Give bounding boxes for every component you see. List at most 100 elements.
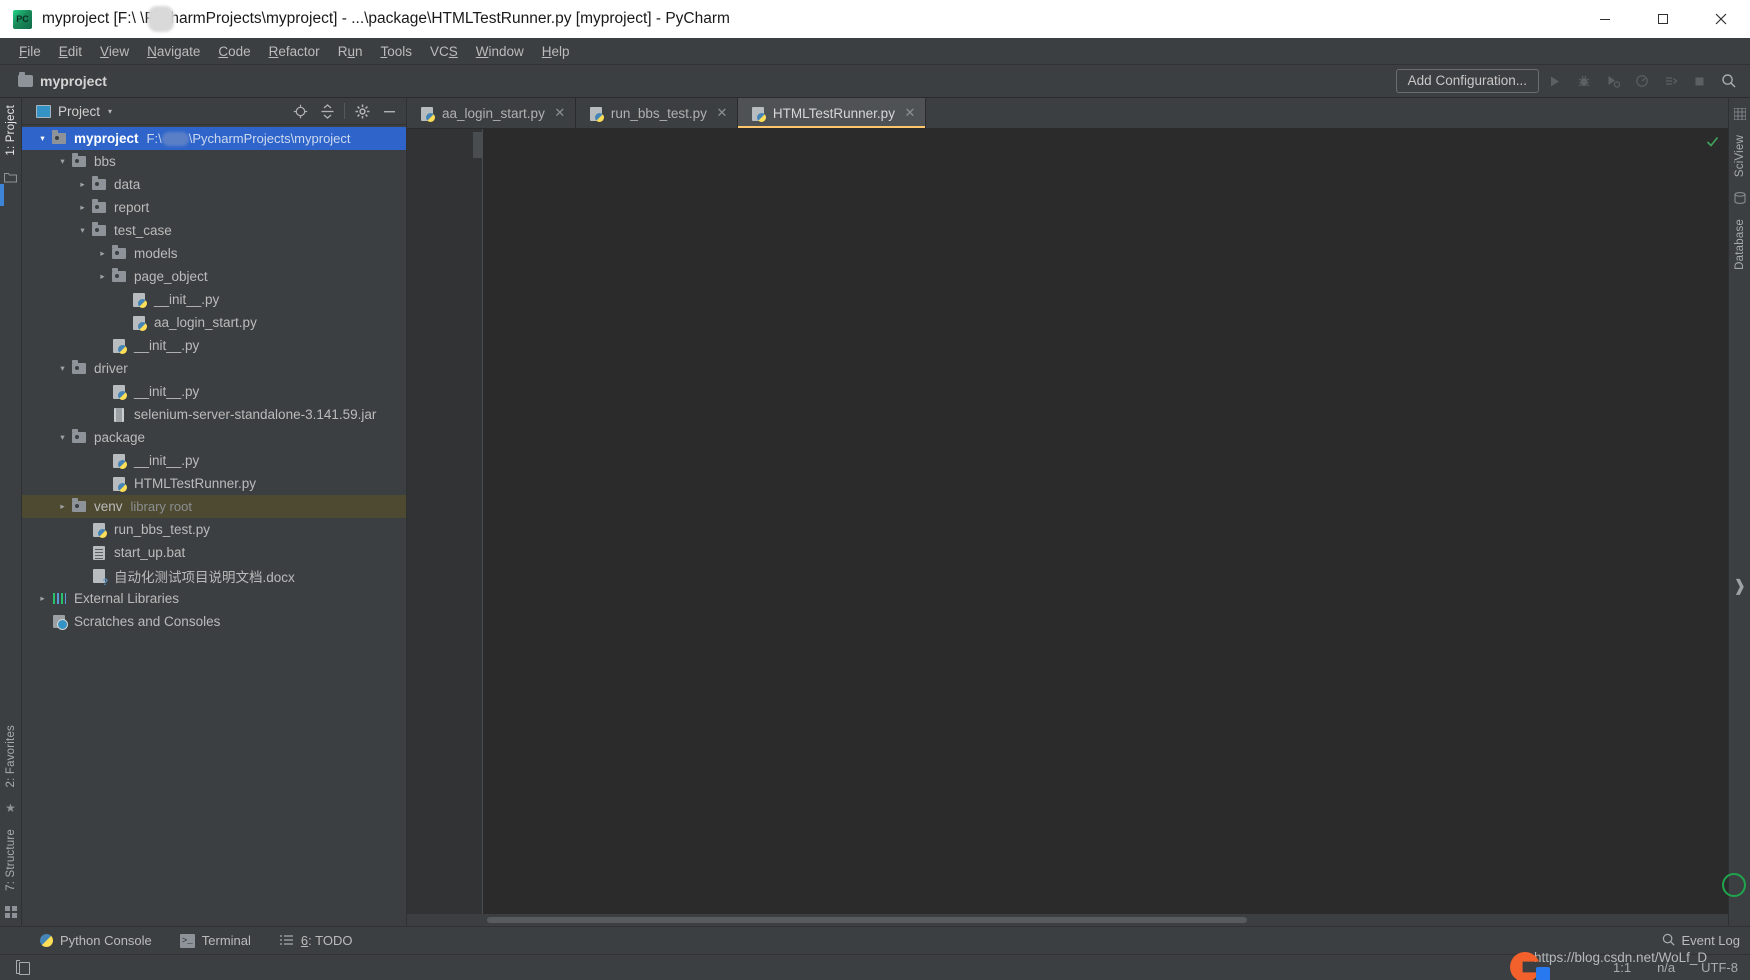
menu-tools[interactable]: Tools: [371, 41, 421, 62]
menu-run[interactable]: Run: [329, 41, 372, 62]
hide-panel-icon[interactable]: [376, 99, 402, 124]
tree-row-hint: library root: [130, 499, 192, 514]
event-log-button[interactable]: Event Log: [1662, 933, 1740, 949]
tree-row[interactable]: 自动化测试项目说明文档.docx: [22, 564, 406, 587]
chevron-right-icon[interactable]: ▸: [36, 593, 49, 604]
run-icon[interactable]: [1541, 69, 1568, 94]
sidebar-tab-sciview[interactable]: SciView: [1734, 128, 1746, 184]
sidebar-tab-project-label: 1: Project: [4, 105, 17, 156]
debug-icon[interactable]: [1570, 69, 1597, 94]
tree-row[interactable]: ▸ report: [22, 196, 406, 219]
folder-icon[interactable]: [3, 169, 19, 185]
tree-row[interactable]: ▸ page_object: [22, 265, 406, 288]
attach-icon[interactable]: [1657, 69, 1684, 94]
sidebar-tab-favorites[interactable]: 2: Favorites: [5, 718, 17, 794]
stop-icon[interactable]: [1686, 69, 1713, 94]
maximize-button[interactable]: [1634, 0, 1692, 38]
menu-file[interactable]: File: [10, 41, 50, 62]
external-libraries-icon: [51, 591, 68, 606]
toggle-sidebar-icon[interactable]: [16, 960, 32, 975]
grid-icon[interactable]: [3, 904, 19, 920]
sidebar-tab-database[interactable]: Database: [1734, 212, 1746, 277]
tree-row[interactable]: __init__.py: [22, 334, 406, 357]
chevron-right-icon[interactable]: ▸: [76, 202, 89, 213]
close-button[interactable]: [1692, 0, 1750, 38]
locate-icon[interactable]: [287, 99, 313, 124]
project-view-name[interactable]: Project: [58, 104, 100, 119]
profile-icon[interactable]: [1628, 69, 1655, 94]
tree-row[interactable]: start_up.bat: [22, 541, 406, 564]
tree-row[interactable]: ▾ test_case: [22, 219, 406, 242]
editor-tab[interactable]: aa_login_start.py ✕: [407, 98, 576, 128]
tree-row[interactable]: ▸ models: [22, 242, 406, 265]
bottom-tool-python-console[interactable]: Python Console: [40, 933, 152, 948]
menu-vcs[interactable]: VCS: [421, 41, 467, 62]
project-tree[interactable]: ▾ myproject F:\ \PycharmProjects\myproject ▾…: [22, 125, 406, 926]
editor-horizontal-scrollbar[interactable]: [407, 914, 1728, 926]
editor-tab[interactable]: HTMLTestRunner.py ✕: [737, 98, 926, 128]
tree-row-label: package: [94, 430, 146, 445]
bottom-tool-todo[interactable]: 6: TODO: [279, 933, 352, 948]
tree-row[interactable]: selenium-server-standalone-3.141.59.jar: [22, 403, 406, 426]
chevron-down-icon[interactable]: ▾: [36, 133, 49, 144]
star-icon[interactable]: ★: [3, 800, 19, 816]
editor-tab[interactable]: run_bbs_test.py ✕: [576, 98, 738, 128]
tree-row-label: test_case: [114, 223, 172, 238]
tree-row[interactable]: ▾ package: [22, 426, 406, 449]
menu-refactor[interactable]: Refactor: [260, 41, 329, 62]
tree-row[interactable]: __init__.py: [22, 380, 406, 403]
code-canvas[interactable]: [483, 129, 1728, 914]
folder-icon: [51, 130, 68, 146]
menu-code[interactable]: Code: [209, 41, 259, 62]
caret-position[interactable]: 1:1: [1613, 960, 1631, 975]
chevron-right-icon[interactable]: ▸: [76, 179, 89, 190]
tree-row[interactable]: ▾ bbs: [22, 150, 406, 173]
tree-row[interactable]: ▸ data: [22, 173, 406, 196]
chevron-right-icon[interactable]: ▸: [96, 271, 109, 282]
bottom-tool-terminal[interactable]: >_ Terminal: [179, 933, 251, 948]
line-separator[interactable]: n/a: [1657, 960, 1675, 975]
menu-navigate[interactable]: Navigate: [138, 41, 209, 62]
menu-view[interactable]: View: [91, 41, 138, 62]
active-tool-indicator: [0, 184, 4, 206]
run-with-coverage-icon[interactable]: [1599, 69, 1626, 94]
menu-edit[interactable]: Edit: [50, 41, 91, 62]
python-file-icon: [131, 292, 148, 308]
collapse-all-icon[interactable]: [314, 99, 340, 124]
tree-row[interactable]: ▾ driver: [22, 357, 406, 380]
close-icon[interactable]: ✕: [904, 105, 916, 121]
settings-gear-icon[interactable]: [349, 99, 375, 124]
tree-row[interactable]: __init__.py: [22, 288, 406, 311]
search-everywhere-icon[interactable]: [1715, 69, 1742, 94]
toolbar-actions: Add Configuration...: [1395, 69, 1750, 94]
sidebar-tab-structure[interactable]: 7: Structure: [5, 822, 17, 898]
scrollbar-thumb[interactable]: [487, 917, 1247, 923]
encoding[interactable]: UTF-8: [1701, 960, 1738, 975]
tree-row[interactable]: __init__.py: [22, 449, 406, 472]
close-icon[interactable]: ✕: [554, 105, 566, 121]
close-icon[interactable]: ✕: [716, 105, 728, 121]
chevron-down-icon[interactable]: ▾: [56, 432, 69, 443]
grid-icon[interactable]: [1732, 106, 1748, 122]
tree-row[interactable]: Scratches and Consoles: [22, 610, 406, 633]
chevron-down-icon[interactable]: ▾: [108, 107, 112, 116]
chevron-down-icon[interactable]: ▾: [56, 363, 69, 374]
minimize-button[interactable]: [1576, 0, 1634, 38]
ok-check-icon[interactable]: [1706, 135, 1719, 151]
tree-row[interactable]: run_bbs_test.py: [22, 518, 406, 541]
menu-help[interactable]: Help: [533, 41, 579, 62]
chevron-down-icon[interactable]: ▾: [56, 156, 69, 167]
tree-row[interactable]: HTMLTestRunner.py: [22, 472, 406, 495]
tree-row[interactable]: ▸ venv library root: [22, 495, 406, 518]
expand-arrow-icon[interactable]: ❱: [1733, 576, 1746, 596]
chevron-down-icon[interactable]: ▾: [76, 225, 89, 236]
add-configuration-button[interactable]: Add Configuration...: [1395, 69, 1539, 93]
database-icon[interactable]: [1732, 190, 1748, 206]
tree-row[interactable]: ▾ myproject F:\ \PycharmProjects\myproject: [22, 127, 406, 150]
sidebar-tab-project[interactable]: 1: Project: [5, 98, 17, 163]
menu-window[interactable]: Window: [467, 41, 533, 62]
tree-row[interactable]: ▸ External Libraries: [22, 587, 406, 610]
chevron-right-icon[interactable]: ▸: [96, 248, 109, 259]
tree-row[interactable]: aa_login_start.py: [22, 311, 406, 334]
chevron-right-icon[interactable]: ▸: [56, 501, 69, 512]
